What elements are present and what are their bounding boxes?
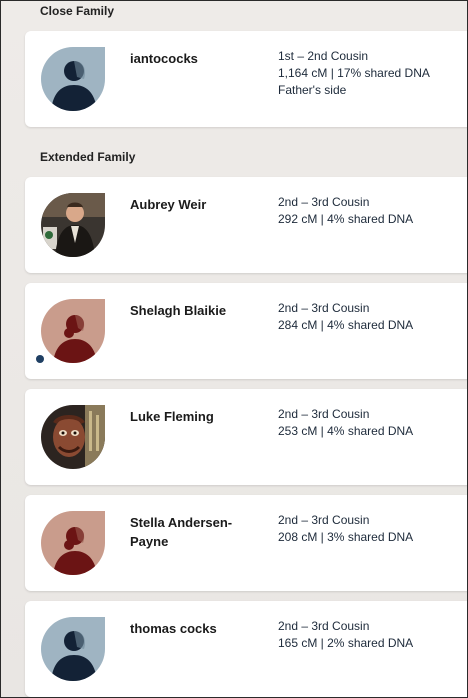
match-info: 2nd – 3rd Cousin 208 cM | 3% shared DNA [278, 512, 413, 546]
match-card-aubrey-weir[interactable]: Aubrey Weir 2nd – 3rd Cousin 292 cM | 4%… [25, 177, 467, 273]
match-card-luke-fleming[interactable]: Luke Fleming 2nd – 3rd Cousin 253 cM | 4… [25, 389, 467, 485]
match-name[interactable]: thomas cocks [130, 619, 255, 638]
parental-side: Father's side [278, 83, 347, 97]
shared-dna: 284 cM | 4% shared DNA [278, 318, 414, 332]
relationship-range: 2nd – 3rd Cousin [278, 407, 370, 421]
shared-dna: 165 cM | 2% shared DNA [278, 636, 414, 650]
relationship-range: 2nd – 3rd Cousin [278, 619, 370, 633]
section-title-extended-family: Extended Family [40, 150, 136, 164]
match-name[interactable]: Luke Fleming [130, 407, 255, 426]
match-name[interactable]: Aubrey Weir [130, 195, 255, 214]
unviewed-indicator-icon [36, 355, 44, 363]
dna-matches-list: Close Family iantococks 1st – 2nd Cousin… [0, 0, 468, 698]
male-avatar-icon [41, 47, 105, 111]
female-avatar-icon [41, 299, 105, 363]
match-info: 1st – 2nd Cousin 1,164 cM | 17% shared D… [278, 48, 430, 99]
relationship-range: 2nd – 3rd Cousin [278, 513, 370, 527]
match-name[interactable]: Shelagh Blaikie [130, 301, 255, 320]
profile-photo-avatar [41, 405, 105, 469]
male-avatar-icon [41, 617, 105, 681]
shared-dna: 253 cM | 4% shared DNA [278, 424, 414, 438]
match-card-shelagh-blaikie[interactable]: Shelagh Blaikie 2nd – 3rd Cousin 284 cM … [25, 283, 467, 379]
match-card-stella-andersen-payne[interactable]: Stella Andersen-Payne 2nd – 3rd Cousin 2… [25, 495, 467, 591]
shared-dna: 208 cM | 3% shared DNA [278, 530, 414, 544]
shared-dna: 292 cM | 4% shared DNA [278, 212, 414, 226]
female-avatar-icon [41, 511, 105, 575]
relationship-range: 2nd – 3rd Cousin [278, 195, 370, 209]
match-info: 2nd – 3rd Cousin 165 cM | 2% shared DNA [278, 618, 413, 652]
match-info: 2nd – 3rd Cousin 284 cM | 4% shared DNA [278, 300, 413, 334]
match-name[interactable]: iantococks [130, 49, 255, 68]
relationship-range: 1st – 2nd Cousin [278, 49, 369, 63]
match-info: 2nd – 3rd Cousin 253 cM | 4% shared DNA [278, 406, 413, 440]
section-title-close-family: Close Family [40, 4, 115, 18]
shared-dna: 1,164 cM | 17% shared DNA [278, 66, 430, 80]
profile-photo-avatar [41, 193, 105, 257]
match-name[interactable]: Stella Andersen-Payne [130, 513, 255, 551]
relationship-range: 2nd – 3rd Cousin [278, 301, 370, 315]
match-card-iantococks[interactable]: iantococks 1st – 2nd Cousin 1,164 cM | 1… [25, 31, 467, 127]
match-info: 2nd – 3rd Cousin 292 cM | 4% shared DNA [278, 194, 413, 228]
match-card-thomas-cocks[interactable]: thomas cocks 2nd – 3rd Cousin 165 cM | 2… [25, 601, 467, 697]
